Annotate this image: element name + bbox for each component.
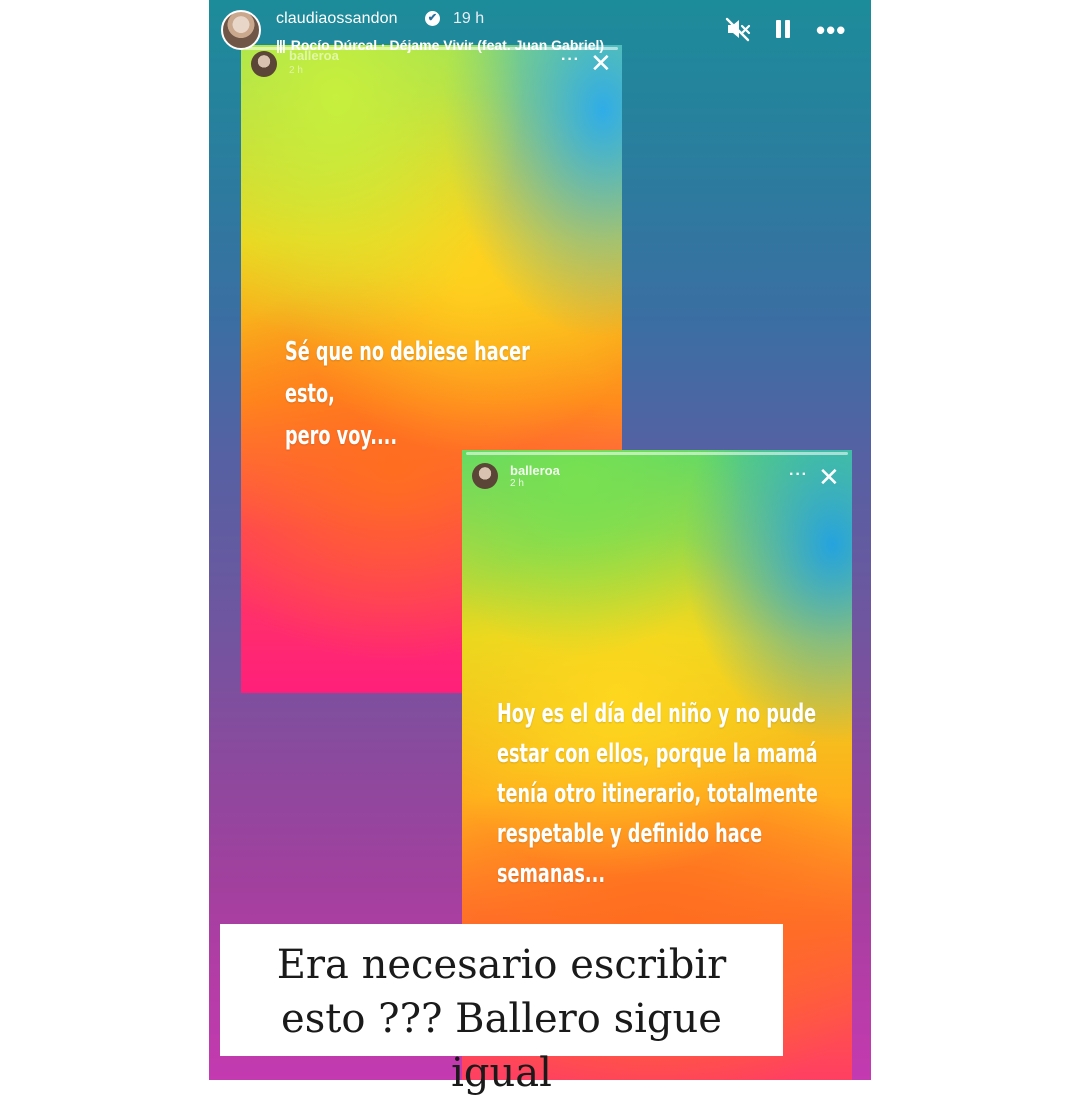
more-options-icon: ···	[789, 466, 808, 483]
card-username: balleroa	[510, 463, 560, 478]
music-attribution[interactable]: ||| Rocío Dúrcal · Déjame Vivir (feat. Ju…	[276, 37, 604, 53]
avatar[interactable]	[221, 10, 261, 50]
music-icon: |||	[276, 37, 286, 53]
mute-icon[interactable]	[725, 16, 751, 42]
caption-text: Era necesario escribir esto ??? Ballero …	[276, 942, 727, 1096]
progress-bar	[466, 452, 848, 455]
close-icon: ✕	[818, 462, 840, 492]
caption-box: Era necesario escribir esto ??? Ballero …	[220, 924, 783, 1096]
card-timestamp: 2 h	[510, 478, 524, 489]
story-text: Sé que no debiese hacer esto, pero voy..…	[285, 337, 530, 451]
verified-badge-icon: ✔	[425, 11, 440, 26]
card-timestamp: 2 h	[289, 65, 303, 76]
music-track-label: Rocío Dúrcal · Déjame Vivir (feat. Juan …	[290, 37, 605, 53]
story-text: Hoy es el día del niño y no pude estar c…	[497, 699, 818, 889]
pause-icon[interactable]	[773, 16, 793, 42]
story-header: claudiaossandon ✔ 19 h ||| Rocío Dúrcal ·…	[209, 0, 871, 60]
story-username[interactable]: claudiaossandon	[276, 10, 398, 28]
more-options-icon[interactable]: •••	[816, 17, 846, 43]
avatar	[472, 463, 498, 489]
story-viewer[interactable]: balleroa 2 h ··· ✕ Sé que no debiese hac…	[209, 0, 871, 1080]
story-timestamp: 19 h	[453, 10, 485, 27]
